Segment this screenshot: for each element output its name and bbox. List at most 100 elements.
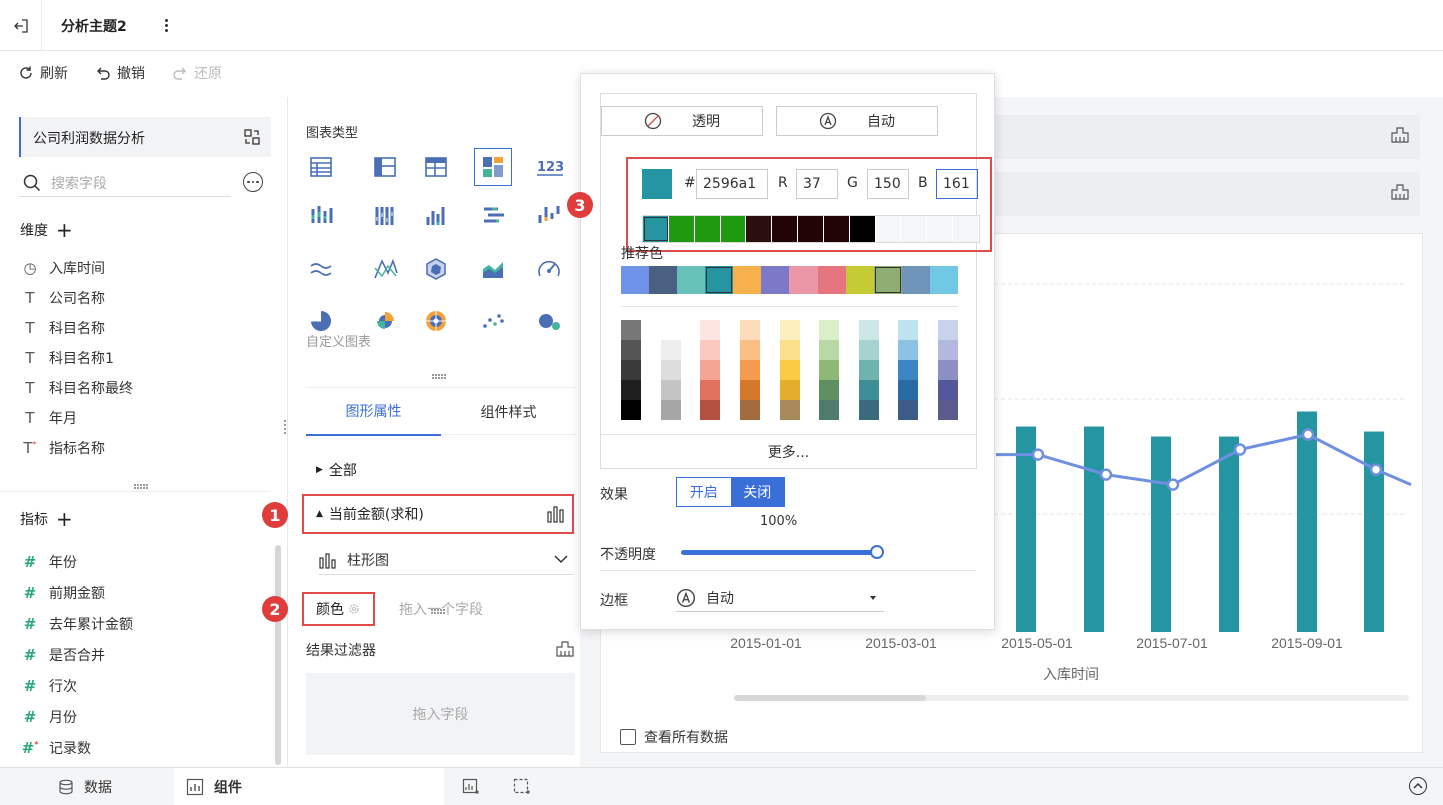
palette-color-swatch[interactable] [779, 340, 800, 360]
recommended-color-swatch[interactable] [705, 266, 734, 294]
recent-color-swatch[interactable] [668, 216, 695, 242]
measure-field[interactable]: # 年份 [20, 552, 77, 572]
tab-component[interactable]: 组件 [174, 768, 444, 805]
gauge-chart-type-option[interactable] [530, 250, 568, 288]
effect-off-button[interactable]: 关闭 [730, 478, 784, 506]
palette-color-swatch[interactable] [660, 340, 681, 360]
dimension-field[interactable]: T* 指标名称 [20, 438, 105, 458]
color-channel[interactable]: 颜色 [302, 592, 375, 626]
recommended-color-swatch[interactable] [649, 266, 678, 294]
recommended-color-swatch[interactable] [817, 266, 846, 294]
palette-color-swatch[interactable] [621, 400, 641, 420]
opacity-slider-track[interactable] [681, 550, 877, 555]
add-dimension-icon[interactable]: + [56, 220, 73, 240]
stacked-bar-chart-type-option[interactable] [366, 197, 404, 235]
search-input[interactable]: 搜索字段 [51, 173, 107, 193]
palette-color-swatch[interactable] [779, 400, 800, 420]
b-input[interactable]: 161 [936, 169, 978, 199]
palette-color-swatch[interactable] [819, 380, 840, 400]
palette-color-swatch[interactable] [739, 320, 760, 340]
recent-color-swatch[interactable] [927, 216, 954, 242]
palette-color-swatch[interactable] [621, 320, 641, 340]
chart-kind-select[interactable]: 柱形图 [319, 545, 574, 575]
palette-color-swatch[interactable] [660, 380, 681, 400]
dataset-selector[interactable]: 公司利润数据分析 [19, 117, 271, 157]
recent-color-swatch[interactable] [953, 216, 979, 242]
dimension-field[interactable]: T 科目名称1 [20, 348, 114, 368]
palette-color-swatch[interactable] [858, 340, 879, 360]
palette-color-swatch[interactable] [700, 320, 721, 340]
horizontal-bar-chart-type-option[interactable] [474, 197, 512, 235]
recommended-color-swatch[interactable] [677, 266, 706, 294]
recommended-color-swatch[interactable] [873, 266, 902, 294]
auto-color-button[interactable]: 自动 [776, 106, 938, 136]
recent-color-swatch[interactable] [746, 216, 773, 242]
recommended-color-swatch[interactable] [929, 266, 958, 294]
detail-table-chart-type-option[interactable] [417, 148, 455, 186]
palette-color-swatch[interactable] [779, 360, 800, 380]
palette-color-swatch[interactable] [621, 380, 641, 400]
sunburst-chart-type-option[interactable] [417, 308, 455, 334]
page-title[interactable]: 分析主题2 [61, 16, 127, 36]
checkbox[interactable] [620, 729, 636, 745]
recent-color-swatch[interactable] [798, 216, 824, 242]
palette-color-swatch[interactable] [700, 340, 721, 360]
palette-color-swatch[interactable] [660, 360, 681, 380]
dimension-field[interactable]: ◷ 入库时间 [20, 258, 105, 278]
recent-color-swatch[interactable] [720, 216, 747, 242]
palette-color-swatch[interactable] [739, 340, 760, 360]
palette-color-swatch[interactable] [739, 380, 760, 400]
recent-color-swatch[interactable] [694, 216, 721, 242]
border-select[interactable]: 自动 [676, 584, 884, 612]
pane-splitter-handle[interactable] [134, 484, 148, 489]
recent-color-swatch[interactable] [643, 216, 669, 242]
palette-color-swatch[interactable] [858, 360, 879, 380]
rose-chart-chart-type-option[interactable] [366, 308, 404, 334]
measure-section-toggle[interactable]: ▲ 当前金额(求和) [302, 494, 574, 534]
recent-color-swatch[interactable] [772, 216, 799, 242]
palette-color-swatch[interactable] [779, 320, 800, 340]
all-section-toggle[interactable]: ▶ 全部 [316, 460, 357, 480]
measure-field[interactable]: # 是否合并 [20, 645, 105, 665]
recent-color-swatch[interactable] [823, 216, 850, 242]
palette-color-swatch[interactable] [858, 400, 879, 420]
add-component-icon[interactable] [462, 778, 480, 796]
redo-button[interactable]: 还原 [172, 63, 222, 83]
palette-color-swatch[interactable] [898, 360, 919, 380]
palette-color-swatch[interactable] [938, 340, 958, 360]
measure-field[interactable]: #* 记录数 [20, 738, 91, 758]
more-vertical-icon[interactable] [160, 13, 172, 37]
palette-color-swatch[interactable] [660, 400, 681, 420]
recent-color-swatch[interactable] [849, 216, 876, 242]
more-options-icon[interactable] [243, 172, 263, 192]
palette-color-swatch[interactable] [938, 320, 958, 340]
palette-color-swatch[interactable] [819, 400, 840, 420]
g-input[interactable]: 150 [867, 169, 909, 199]
palette-color-swatch[interactable] [938, 380, 958, 400]
clear-icon[interactable] [1390, 183, 1410, 201]
palette-color-swatch[interactable] [819, 360, 840, 380]
opacity-slider-thumb[interactable] [870, 545, 884, 559]
palette-color-swatch[interactable] [700, 400, 721, 420]
palette-color-swatch[interactable] [898, 320, 919, 340]
palette-color-swatch[interactable] [700, 380, 721, 400]
palette-color-swatch[interactable] [660, 320, 681, 340]
scatter-chart-type-option[interactable] [474, 308, 512, 334]
recommended-color-swatch[interactable] [845, 266, 874, 294]
dimension-field[interactable]: T 科目名称最终 [20, 378, 133, 398]
line-chart-chart-type-option[interactable] [302, 250, 340, 288]
add-measure-icon[interactable]: + [56, 509, 73, 529]
measure-field[interactable]: # 前期金额 [20, 583, 105, 603]
column-chart-chart-type-option[interactable] [417, 197, 455, 235]
palette-color-swatch[interactable] [739, 400, 760, 420]
palette-color-swatch[interactable] [739, 360, 760, 380]
radar-chart-type-option[interactable] [417, 250, 455, 288]
table-chart-type-option[interactable] [302, 148, 340, 186]
measure-field[interactable]: # 行次 [20, 676, 77, 696]
grouped-bar-chart-type-option[interactable] [302, 197, 340, 235]
recommended-color-swatch[interactable] [761, 266, 790, 294]
custom-chart-label[interactable]: 自定义图表 [306, 331, 371, 350]
tab-data[interactable]: 数据 [58, 768, 112, 805]
add-filter-component-icon[interactable] [513, 778, 531, 796]
exit-button[interactable] [0, 0, 42, 51]
